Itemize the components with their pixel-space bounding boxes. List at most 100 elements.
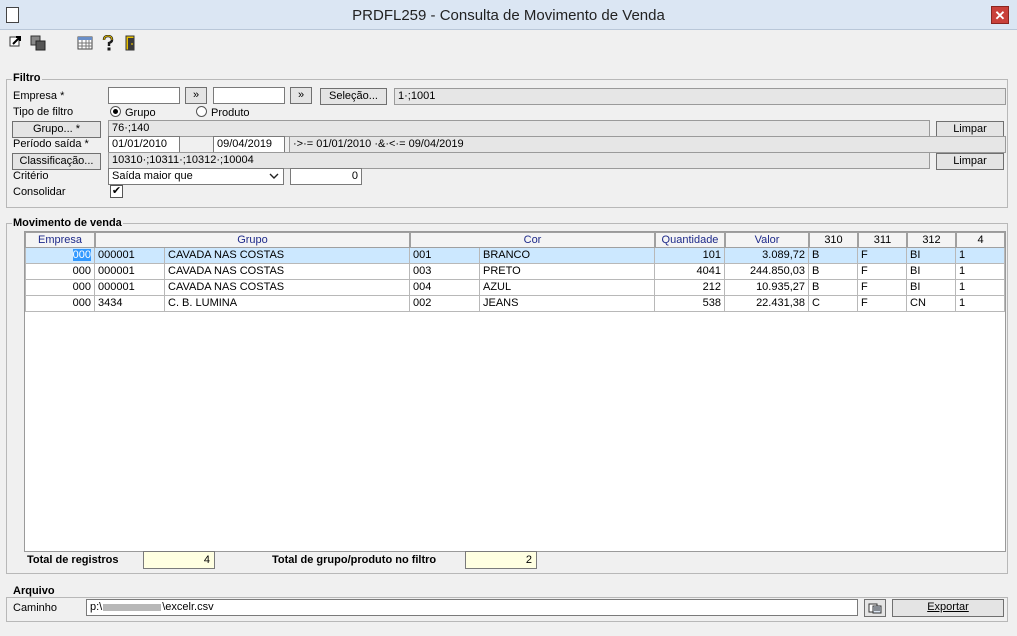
cell-310[interactable]: B	[809, 280, 858, 296]
cell-empresa-text: 000	[72, 249, 91, 261]
cell-310[interactable]: C	[809, 296, 858, 312]
grupo-button[interactable]: Grupo... *	[12, 121, 101, 138]
cell-quantidade[interactable]: 538	[655, 296, 725, 312]
browse-folder-button[interactable]	[864, 599, 886, 617]
periodo-start-input[interactable]: 01/01/2010	[108, 136, 180, 153]
empresa-to-input[interactable]	[213, 87, 285, 104]
header-311[interactable]: 311	[858, 232, 907, 248]
exportar-button[interactable]: Exportar	[892, 599, 1004, 617]
cell-empresa[interactable]: 000	[25, 296, 95, 312]
header-empresa[interactable]: Empresa	[25, 232, 95, 248]
tipo-filtro-label: Tipo de filtro	[13, 106, 74, 118]
cell-cor-desc[interactable]: JEANS	[480, 296, 655, 312]
criterio-number-input[interactable]: 0	[290, 168, 362, 185]
cell-quantidade[interactable]: 101	[655, 248, 725, 264]
cell-cor-desc[interactable]: AZUL	[480, 280, 655, 296]
periodo-expression: ·>·= 01/01/2010 ·&·<·= 09/04/2019	[289, 136, 1006, 153]
total-grupo-value: 2	[465, 551, 537, 569]
cell-4[interactable]: 1	[956, 264, 1005, 280]
header-valor[interactable]: Valor	[725, 232, 809, 248]
cell-grupo-desc[interactable]: CAVADA NAS COSTAS	[165, 280, 410, 296]
cell-quantidade[interactable]: 212	[655, 280, 725, 296]
criterio-selected-value: Saída maior que	[112, 170, 193, 182]
cell-empresa[interactable]: 000	[25, 248, 95, 264]
cell-valor[interactable]: 244.850,03	[725, 264, 809, 280]
cell-312[interactable]: CN	[907, 296, 956, 312]
cell-empresa[interactable]: 000	[25, 264, 95, 280]
criterio-label: Critério	[13, 170, 49, 182]
cell-310[interactable]: B	[809, 248, 858, 264]
tipo-produto-label: Produto	[211, 107, 250, 119]
tipo-grupo-radio[interactable]	[110, 106, 121, 117]
cell-312[interactable]: BI	[907, 264, 956, 280]
cell-valor[interactable]: 10.935,27	[725, 280, 809, 296]
classificacao-value: 10310·;10311·;10312·;10004	[108, 152, 930, 169]
header-cor[interactable]: Cor	[410, 232, 655, 248]
cell-grupo-cod[interactable]: 000001	[95, 264, 165, 280]
cell-311[interactable]: F	[858, 264, 907, 280]
cell-cor-cod[interactable]: 002	[410, 296, 480, 312]
consolidar-checkbox[interactable]: ✔	[110, 185, 123, 198]
total-registros-label: Total de registros	[27, 554, 119, 566]
folder-browse-icon	[868, 603, 882, 614]
exit-door-icon[interactable]	[123, 35, 139, 51]
selecao-button[interactable]: Seleção...	[320, 88, 387, 105]
header-4[interactable]: 4	[956, 232, 1005, 248]
help-icon[interactable]	[100, 34, 116, 51]
empresa-input[interactable]	[108, 87, 180, 104]
cell-quantidade[interactable]: 4041	[655, 264, 725, 280]
cell-310[interactable]: B	[809, 264, 858, 280]
cell-valor[interactable]: 22.431,38	[725, 296, 809, 312]
classificacao-button[interactable]: Classificação...	[12, 153, 101, 170]
filtro-title: Filtro	[12, 72, 42, 84]
close-button[interactable]: ✕	[991, 6, 1009, 24]
cell-cor-cod[interactable]: 003	[410, 264, 480, 280]
header-grupo[interactable]: Grupo	[95, 232, 410, 248]
criterio-select[interactable]: Saída maior que	[108, 168, 284, 185]
cell-4[interactable]: 1	[956, 280, 1005, 296]
cell-311[interactable]: F	[858, 280, 907, 296]
grupo-value: 76·;140	[108, 120, 930, 137]
cell-grupo-desc[interactable]: C. B. LUMINA	[165, 296, 410, 312]
total-registros-value: 4	[143, 551, 215, 569]
cell-4[interactable]: 1	[956, 296, 1005, 312]
cell-cor-desc[interactable]: BRANCO	[480, 248, 655, 264]
cell-312[interactable]: BI	[907, 248, 956, 264]
export-icon[interactable]	[8, 35, 24, 51]
movimento-title: Movimento de venda	[12, 217, 123, 229]
chevron-down-icon[interactable]	[268, 170, 280, 182]
selecao-value: 1·;1001	[394, 88, 1006, 105]
window-title: PRDFL259 - Consulta de Movimento de Vend…	[352, 7, 665, 24]
empresa-label: Empresa *	[13, 90, 65, 102]
tipo-produto-radio[interactable]	[196, 106, 207, 117]
cell-cor-cod[interactable]: 004	[410, 280, 480, 296]
redacted-path	[103, 603, 162, 611]
cell-empresa[interactable]: 000	[25, 280, 95, 296]
header-310[interactable]: 310	[809, 232, 858, 248]
copy-icon[interactable]	[30, 35, 46, 51]
cell-grupo-cod[interactable]: 3434	[95, 296, 165, 312]
cell-311[interactable]: F	[858, 248, 907, 264]
total-grupo-label: Total de grupo/produto no filtro	[272, 554, 437, 566]
cell-4[interactable]: 1	[956, 248, 1005, 264]
cell-valor[interactable]: 3.089,72	[725, 248, 809, 264]
header-312[interactable]: 312	[907, 232, 956, 248]
periodo-label: Período saída *	[13, 138, 89, 150]
caminho-prefix: p:\	[90, 601, 103, 613]
cell-grupo-desc[interactable]: CAVADA NAS COSTAS	[165, 264, 410, 280]
cell-grupo-desc[interactable]: CAVADA NAS COSTAS	[165, 248, 410, 264]
arquivo-title: Arquivo	[12, 585, 56, 597]
cell-grupo-cod[interactable]: 000001	[95, 280, 165, 296]
empresa-to-search-button[interactable]: »	[290, 87, 312, 104]
periodo-end-input[interactable]: 09/04/2019	[213, 136, 285, 153]
cell-cor-cod[interactable]: 001	[410, 248, 480, 264]
caminho-input[interactable]: p:\ \excelr.csv	[86, 599, 858, 616]
calendar-grid-icon[interactable]	[77, 35, 93, 51]
cell-312[interactable]: BI	[907, 280, 956, 296]
empresa-search-button[interactable]: »	[185, 87, 207, 104]
cell-cor-desc[interactable]: PRETO	[480, 264, 655, 280]
limpar-classificacao-button[interactable]: Limpar	[936, 153, 1004, 170]
cell-grupo-cod[interactable]: 000001	[95, 248, 165, 264]
header-quantidade[interactable]: Quantidade	[655, 232, 725, 248]
cell-311[interactable]: F	[858, 296, 907, 312]
